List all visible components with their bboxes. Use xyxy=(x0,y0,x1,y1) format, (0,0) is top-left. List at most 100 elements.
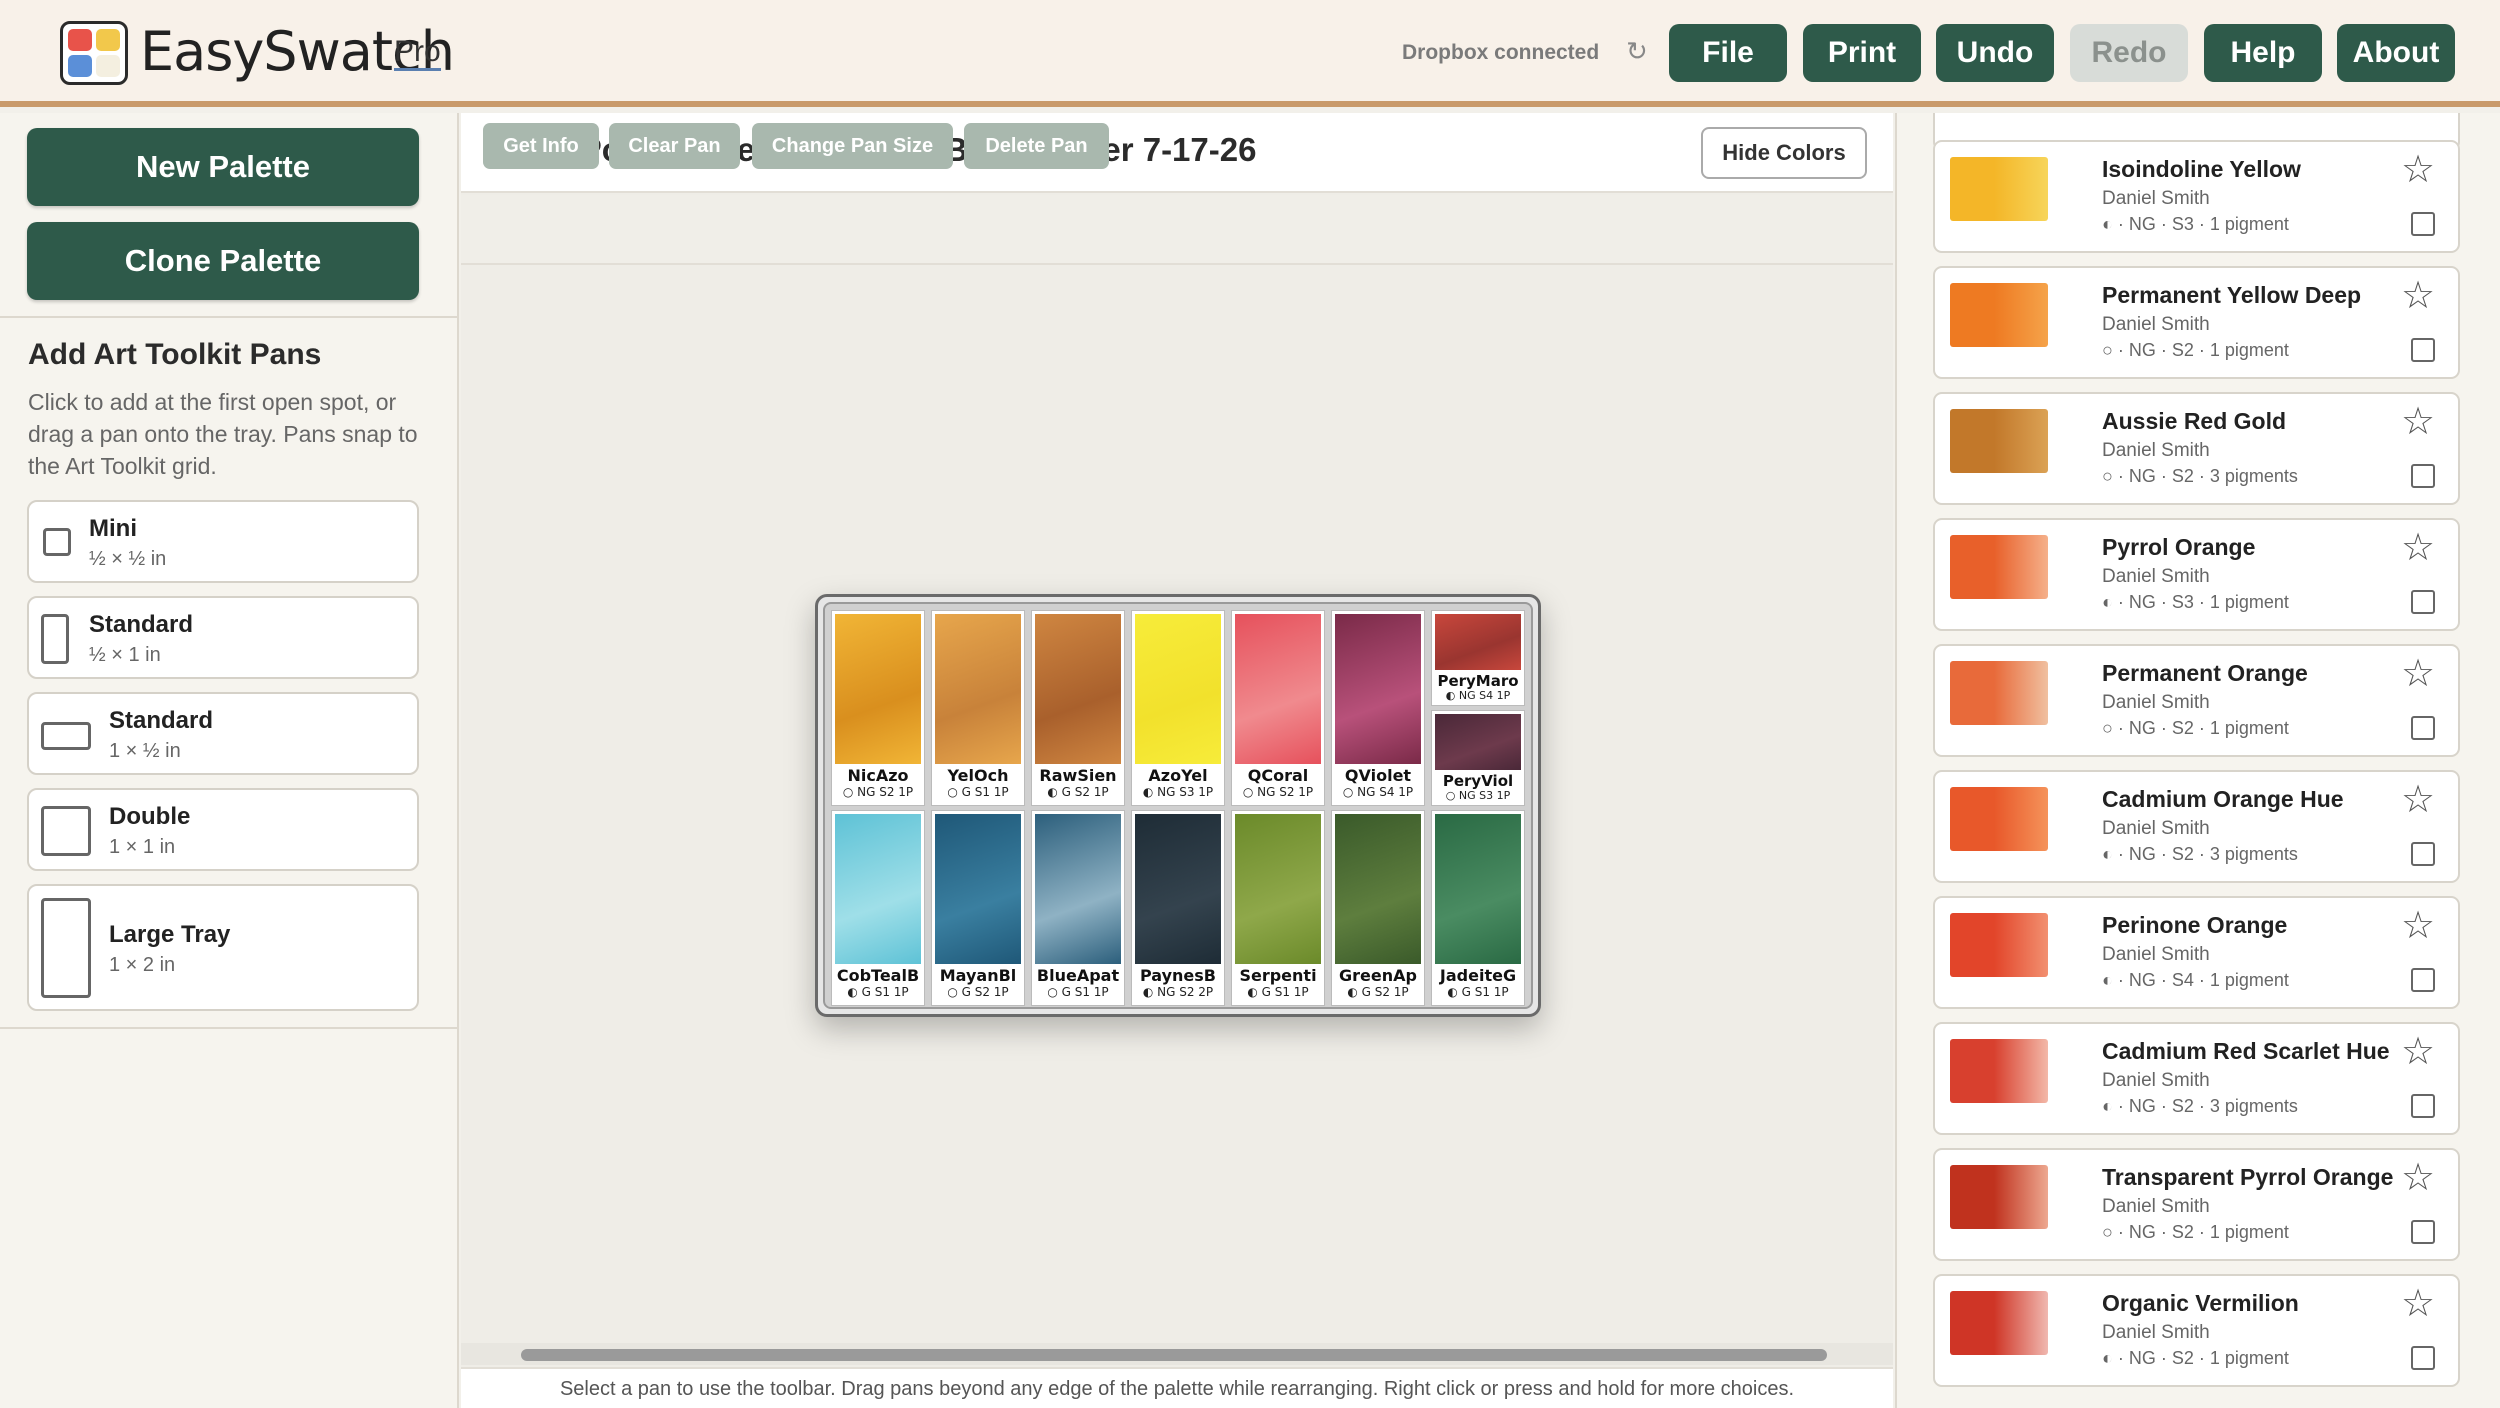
tool-standard-horizontal[interactable]: Standard 1 × ½ in xyxy=(27,692,419,775)
color-card[interactable]: Isoindoline Yellow Daniel Smith ◐ · NG · S… xyxy=(1933,140,2460,253)
horizontal-scrollbar[interactable] xyxy=(461,1343,1893,1365)
favorite-star-icon[interactable]: ☆ xyxy=(2401,151,2435,189)
select-checkbox[interactable] xyxy=(2411,212,2435,236)
pan-name: NicAzo xyxy=(847,766,909,785)
logo-square-cream xyxy=(96,55,120,77)
favorite-star-icon[interactable]: ☆ xyxy=(2401,655,2435,693)
color-meta: ◐ · NG · S2 · 3 pigments xyxy=(2102,1096,2298,1116)
favorite-star-icon[interactable]: ☆ xyxy=(2401,403,2435,441)
pan-name: Serpenti xyxy=(1239,966,1317,985)
favorite-star-icon[interactable]: ☆ xyxy=(2401,1159,2435,1197)
hide-colors-button[interactable]: Hide Colors xyxy=(1701,127,1867,179)
clear-pan-button[interactable]: Clear Pan xyxy=(609,123,740,169)
tool-size: ½ × ½ in xyxy=(89,548,167,570)
pan-nicazo[interactable]: NicAzo ○ NG S2 1P xyxy=(831,610,925,806)
tool-name: Standard xyxy=(89,611,194,638)
color-brand: Daniel Smith xyxy=(2102,440,2210,461)
pan-name: PeryMaro xyxy=(1437,672,1519,690)
pan-yeloch[interactable]: YelOch ○ G S1 1P xyxy=(931,610,1025,806)
file-button[interactable]: File xyxy=(1669,24,1787,82)
app-header: EasySwatch Pro Dropbox connected ↻ File … xyxy=(0,0,2500,107)
section-description: Click to add at the first open spot, or … xyxy=(28,389,418,479)
color-card[interactable]: Pyrrol Orange Daniel Smith ◐ · NG · S3 · 1… xyxy=(1933,518,2460,631)
color-swatch xyxy=(1950,409,2048,473)
pan-name: YelOch xyxy=(947,766,1009,785)
tool-mini-pan[interactable]: Mini ½ × ½ in xyxy=(27,500,419,583)
favorite-star-icon[interactable]: ☆ xyxy=(2401,529,2435,567)
pan-jadeiteg[interactable]: JadeiteG ◐ G S1 1P xyxy=(1431,810,1525,1006)
favorite-star-icon[interactable]: ☆ xyxy=(2401,781,2435,819)
new-palette-button[interactable]: New Palette xyxy=(27,128,419,206)
select-checkbox[interactable] xyxy=(2411,1094,2435,1118)
color-brand: Daniel Smith xyxy=(2102,818,2210,839)
color-card[interactable]: Perinone Orange Daniel Smith ◐ · NG · S4 ·… xyxy=(1933,896,2460,1009)
undo-button[interactable]: Undo xyxy=(1936,24,2054,82)
change-pan-size-button[interactable]: Change Pan Size xyxy=(752,123,953,169)
color-card[interactable]: Transparent Pyrrol Orange Daniel Smith ○ ·… xyxy=(1933,1148,2460,1261)
color-swatch xyxy=(1950,661,2048,725)
color-card[interactable]: Cadmium Red Scarlet Hue Daniel Smith ◐ · N… xyxy=(1933,1022,2460,1135)
color-meta: ○ · NG · S2 · 1 pigment xyxy=(2102,340,2289,360)
color-name: Pyrrol Orange xyxy=(2102,534,2256,560)
color-card[interactable]: Aussie Red Gold Daniel Smith ○ · NG · S2 ·… xyxy=(1933,392,2460,505)
favorite-star-icon[interactable]: ☆ xyxy=(2401,1033,2435,1071)
tool-large-tray[interactable]: Large Tray 1 × 2 in xyxy=(27,884,419,1011)
pan-greenap[interactable]: GreenAp ◐ G S2 1P xyxy=(1331,810,1425,1006)
tool-double-pan[interactable]: Double 1 × 1 in xyxy=(27,788,419,871)
select-checkbox[interactable] xyxy=(2411,842,2435,866)
favorite-star-icon[interactable]: ☆ xyxy=(2401,907,2435,945)
color-name: Cadmium Orange Hue xyxy=(2102,786,2344,812)
color-card[interactable]: Organic Vermilion Daniel Smith ◐ · NG · S2… xyxy=(1933,1274,2460,1387)
color-card[interactable]: Permanent Orange Daniel Smith ○ · NG · S2 … xyxy=(1933,644,2460,757)
about-button[interactable]: About xyxy=(2337,24,2455,82)
pan-meta: ○ NG S2 1P xyxy=(1242,785,1314,799)
color-meta: ○ · NG · S2 · 3 pigments xyxy=(2102,466,2298,486)
pan-meta: ○ G S2 1P xyxy=(947,985,1009,999)
color-swatch xyxy=(1950,283,2048,347)
logo-square-yellow xyxy=(96,29,120,51)
color-name: Organic Vermilion xyxy=(2102,1290,2299,1316)
pan-qviolet[interactable]: QViolet ○ NG S4 1P xyxy=(1331,610,1425,806)
print-button[interactable]: Print xyxy=(1803,24,1921,82)
select-checkbox[interactable] xyxy=(2411,968,2435,992)
select-checkbox[interactable] xyxy=(2411,1220,2435,1244)
select-checkbox[interactable] xyxy=(2411,338,2435,362)
select-checkbox[interactable] xyxy=(2411,464,2435,488)
help-button[interactable]: Help xyxy=(2204,24,2322,82)
clone-palette-button[interactable]: Clone Palette xyxy=(27,222,419,300)
color-name: Permanent Yellow Deep xyxy=(2102,282,2362,308)
select-checkbox[interactable] xyxy=(2411,716,2435,740)
pan-serpenti[interactable]: Serpenti ◐ G S1 1P xyxy=(1231,810,1325,1006)
palette-tray[interactable]: NicAzo ○ NG S2 1P YelOch ○ G S1 1P RawSien ◐ … xyxy=(815,594,1541,1017)
pan-blueapat[interactable]: BlueApat ○ G S1 1P xyxy=(1031,810,1125,1006)
pan-swatch xyxy=(1035,614,1121,764)
pan-mayanbl[interactable]: MayanBl ○ G S2 1P xyxy=(931,810,1025,1006)
pan-rawsien[interactable]: RawSien ◐ G S2 1P xyxy=(1031,610,1125,806)
favorite-star-icon[interactable]: ☆ xyxy=(2401,1285,2435,1323)
pan-swatch xyxy=(1035,814,1121,964)
tool-size: 1 × 1 in xyxy=(109,836,176,858)
tool-size: 1 × 2 in xyxy=(109,954,176,976)
delete-pan-button[interactable]: Delete Pan xyxy=(964,123,1109,169)
sync-icon[interactable]: ↻ xyxy=(1626,38,1652,64)
scrollbar-thumb[interactable] xyxy=(521,1349,1827,1361)
color-card[interactable]: Permanent Yellow Deep Daniel Smith ○ · NG … xyxy=(1933,266,2460,379)
pan-perymaro[interactable]: PeryMaro ◐ NG S4 1P xyxy=(1431,610,1525,706)
pan-qcoral[interactable]: QCoral ○ NG S2 1P xyxy=(1231,610,1325,806)
favorite-star-icon[interactable]: ☆ xyxy=(2401,277,2435,315)
select-checkbox[interactable] xyxy=(2411,590,2435,614)
get-info-button[interactable]: Get Info xyxy=(483,123,599,169)
redo-button[interactable]: Redo xyxy=(2070,24,2188,82)
pan-name: QCoral xyxy=(1247,766,1309,785)
pan-paynesb[interactable]: PaynesB ◐ NG S2 2P xyxy=(1131,810,1225,1006)
pan-name: BlueApat xyxy=(1036,966,1120,985)
pan-peryviol[interactable]: PeryViol ○ NG S3 1P xyxy=(1431,710,1525,806)
pan-cobtealb[interactable]: CobTealB ◐ G S1 1P xyxy=(831,810,925,1006)
pan-meta: ◐ NG S2 2P xyxy=(1142,985,1214,999)
pan-azoyel[interactable]: AzoYel ◐ NG S3 1P xyxy=(1131,610,1225,806)
color-swatch xyxy=(1950,1165,2048,1229)
select-checkbox[interactable] xyxy=(2411,1346,2435,1370)
logo-icon xyxy=(60,21,128,85)
tool-standard-vertical[interactable]: Standard ½ × 1 in xyxy=(27,596,419,679)
color-card[interactable]: Cadmium Orange Hue Daniel Smith ◐ · NG · S… xyxy=(1933,770,2460,883)
